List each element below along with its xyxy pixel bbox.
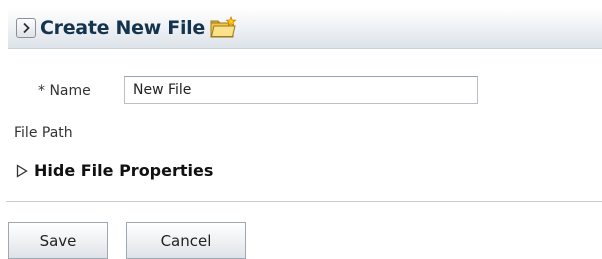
file-path-label: File Path <box>14 125 73 141</box>
name-label: * Name <box>38 83 91 99</box>
hide-file-properties-label: Hide File Properties <box>34 161 214 180</box>
collapse-toggle-button[interactable] <box>16 18 36 38</box>
hide-file-properties-toggle[interactable]: Hide File Properties <box>16 161 213 180</box>
cancel-button[interactable]: Cancel <box>126 222 246 259</box>
new-folder-icon <box>209 15 239 41</box>
save-button[interactable]: Save <box>8 222 108 259</box>
section-divider <box>6 201 602 202</box>
dialog-header: Create New File <box>8 8 602 49</box>
name-input[interactable] <box>124 76 478 104</box>
chevron-right-icon <box>23 22 30 34</box>
triangle-right-icon <box>16 163 28 178</box>
dialog-title: Create New File <box>40 17 205 39</box>
